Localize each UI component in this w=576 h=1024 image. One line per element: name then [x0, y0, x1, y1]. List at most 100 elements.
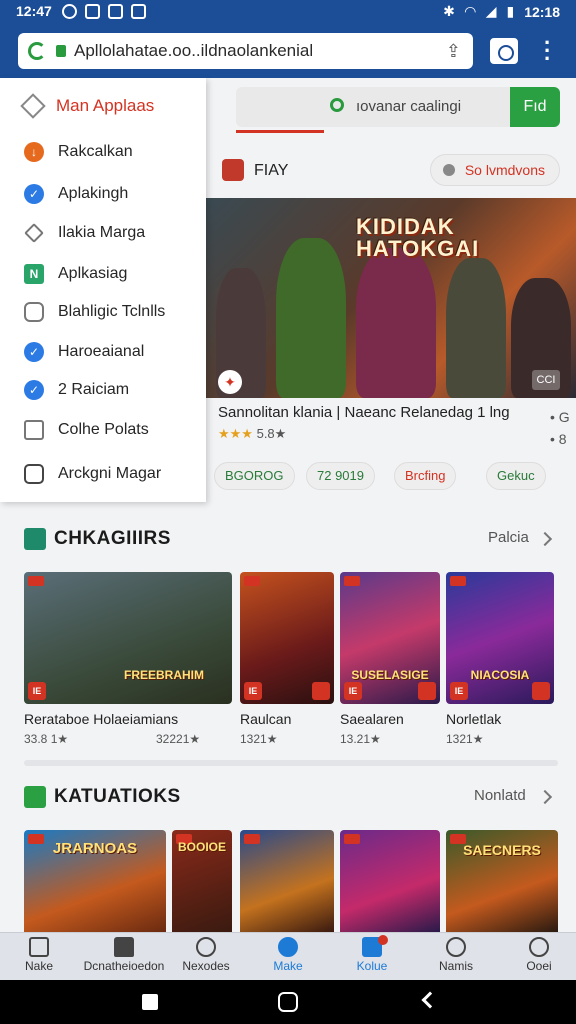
- game-thumbnail[interactable]: SUSELASIGE IE: [340, 572, 440, 704]
- game-thumbnail[interactable]: IE: [240, 572, 334, 704]
- drawer-item-aplkasiag[interactable]: N Aplkasiag: [24, 264, 127, 284]
- status-time-right: 12:18: [524, 3, 560, 20]
- game-thumbnail[interactable]: NIACOSIA IE: [446, 572, 554, 704]
- tag-icon: [344, 576, 360, 586]
- game-name[interactable]: Raulcan: [240, 711, 291, 727]
- nav-item-make[interactable]: Make: [262, 933, 314, 981]
- tabs-button[interactable]: [490, 38, 518, 64]
- people-icon: [24, 302, 44, 322]
- lock-icon: [56, 45, 66, 57]
- chevron-right-icon[interactable]: [537, 531, 553, 547]
- overflow-menu-icon[interactable]: · · ·: [544, 32, 554, 70]
- chip-72-9019[interactable]: 72 9019: [306, 462, 375, 490]
- nav-label: Nexodes: [182, 959, 230, 973]
- tag-icon: [244, 576, 260, 586]
- captions-button[interactable]: CCI: [532, 370, 560, 390]
- nav-label: Kolue: [356, 959, 388, 973]
- orange-badge-icon: ↓: [24, 142, 44, 162]
- search-icon: [330, 98, 344, 112]
- hero-title: KIDIDAK HATOKGAI: [356, 214, 480, 261]
- url-text[interactable]: Apllolahatae.oo..ildnaolankenial: [74, 41, 313, 61]
- bluetooth-icon: ✱: [443, 3, 455, 19]
- hero-banner[interactable]: KIDIDAK HATOKGAI ✦ CCI: [206, 198, 576, 398]
- notification-dot-icon: [378, 935, 388, 945]
- search-button[interactable]: Fıd: [510, 87, 560, 127]
- thumbnail-art-text: SUSELASIGE: [351, 668, 429, 682]
- section-more-link[interactable]: Nonlatd: [474, 787, 526, 804]
- game-thumbnail[interactable]: [340, 830, 440, 932]
- game-name[interactable]: Norletlak: [446, 711, 501, 727]
- drawer-item-label: Ilakia Marga: [58, 224, 146, 241]
- game-sub: 33.8 1★: [24, 732, 69, 746]
- search-input[interactable]: ıovanar caalingi: [356, 98, 461, 115]
- side-bottom: • 8: [550, 431, 567, 447]
- recents-icon[interactable]: [142, 994, 158, 1010]
- downloads-pill-button[interactable]: So lvmdvons: [429, 154, 560, 186]
- store-badge-icon: [532, 682, 550, 700]
- thumbnail-art-text: NIACOSIA: [470, 668, 530, 682]
- store-badge-icon: [418, 682, 436, 700]
- drawer-item-label: Aplkasiag: [58, 265, 128, 282]
- notification-icons: [62, 4, 146, 19]
- active-tab-indicator: [236, 130, 324, 133]
- drawer-header[interactable]: Man Applaas: [20, 93, 155, 119]
- status-right: ✱ ◠ ◢ ▮ 12:18: [443, 3, 560, 20]
- drawer-item-rakcalkan[interactable]: ↓ Rakcalkan: [24, 142, 133, 162]
- chip-brcfing[interactable]: Brcfing: [394, 462, 457, 490]
- drawer-item-ilakia[interactable]: Ilakia Marga: [24, 223, 146, 243]
- nav-item-kolue[interactable]: Kolue: [346, 933, 398, 981]
- game-thumbnail[interactable]: [240, 830, 334, 932]
- nav-item-search[interactable]: Nexodes: [180, 933, 232, 981]
- address-bar[interactable]: Apllolahatae.oo..ildnaolankenial ⇪: [18, 33, 473, 69]
- battery-icon: ▮: [506, 3, 515, 19]
- drawer-item-label: 2 Raiciam: [58, 381, 130, 398]
- drawer-item-colhe[interactable]: Colhe Polats: [24, 420, 149, 440]
- system-nav-bar: [0, 980, 576, 1024]
- drawer-item-arckgni[interactable]: Arckgni Magar: [24, 464, 161, 484]
- game-thumbnail[interactable]: SAECNERS: [446, 830, 558, 932]
- drawer-item-raiciam[interactable]: ✓ 2 Raiciam: [24, 380, 129, 400]
- drawer-item-aplakingh[interactable]: ✓ Aplakingh: [24, 184, 128, 204]
- side-indicator: • G • 8: [550, 406, 570, 450]
- featured-header: FIAY So lvmdvons: [206, 150, 576, 196]
- search-bar[interactable]: ıovanar caalingi Fıd: [236, 87, 560, 127]
- chip-gekuc[interactable]: Gekuc: [486, 462, 546, 490]
- nav-label: Ooei: [526, 959, 552, 973]
- play-icon[interactable]: ✦: [218, 370, 242, 394]
- rating-badge-icon: IE: [28, 682, 46, 700]
- check-circle-icon: ✓: [24, 184, 44, 204]
- store-icon: [114, 937, 134, 957]
- rating-badge-icon: IE: [344, 682, 362, 700]
- nav-item-discover[interactable]: Dcnatheioedon: [80, 933, 168, 981]
- nav-label: Dcnatheioedon: [83, 959, 165, 973]
- chip-bgorog[interactable]: BGOROG: [214, 462, 295, 490]
- section-more-link[interactable]: Palcia: [488, 529, 529, 546]
- game-title[interactable]: Sannolitan klania | Naeanc Relanedag 1 l…: [218, 404, 510, 421]
- game-name[interactable]: Rerataboe Holaeiamians: [24, 711, 178, 727]
- reload-icon[interactable]: [28, 42, 46, 60]
- game-name[interactable]: Saealaren: [340, 711, 404, 727]
- gallery-icon: [85, 4, 100, 19]
- chevron-right-icon[interactable]: [537, 789, 553, 805]
- back-icon[interactable]: [421, 991, 439, 1009]
- game-thumbnail[interactable]: JRARNOAS: [24, 830, 166, 932]
- share-icon[interactable]: ⇪: [446, 41, 461, 62]
- drawer-item-label: Blahligic Tclnlls: [58, 303, 166, 320]
- nav-label: Make: [273, 959, 303, 973]
- nav-item-home[interactable]: Nake: [14, 933, 64, 981]
- home-button-icon[interactable]: [278, 992, 298, 1012]
- nav-item-namis[interactable]: Namis: [430, 933, 482, 981]
- home-icon: [20, 93, 46, 119]
- drawer-item-haroeaianal[interactable]: ✓ Haroeaianal: [24, 342, 144, 362]
- game-thumbnail[interactable]: BOOIOE: [172, 830, 232, 932]
- drawer-item-blahligic[interactable]: Blahligic Tclnlls: [24, 302, 165, 322]
- game-thumbnail[interactable]: FREEBRAHIM IE: [24, 572, 232, 704]
- drawer-title: Man Applaas: [56, 96, 155, 115]
- hero-character: [276, 238, 346, 398]
- signal-icon: ◢: [485, 3, 497, 19]
- browser-toolbar: Apllolahatae.oo..ildnaolankenial ⇪ · · ·: [0, 24, 576, 78]
- tag-icon: [450, 576, 466, 586]
- nav-item-ooei[interactable]: Ooei: [514, 933, 564, 981]
- nav-label: Nake: [24, 959, 53, 973]
- profile-icon: [446, 937, 466, 957]
